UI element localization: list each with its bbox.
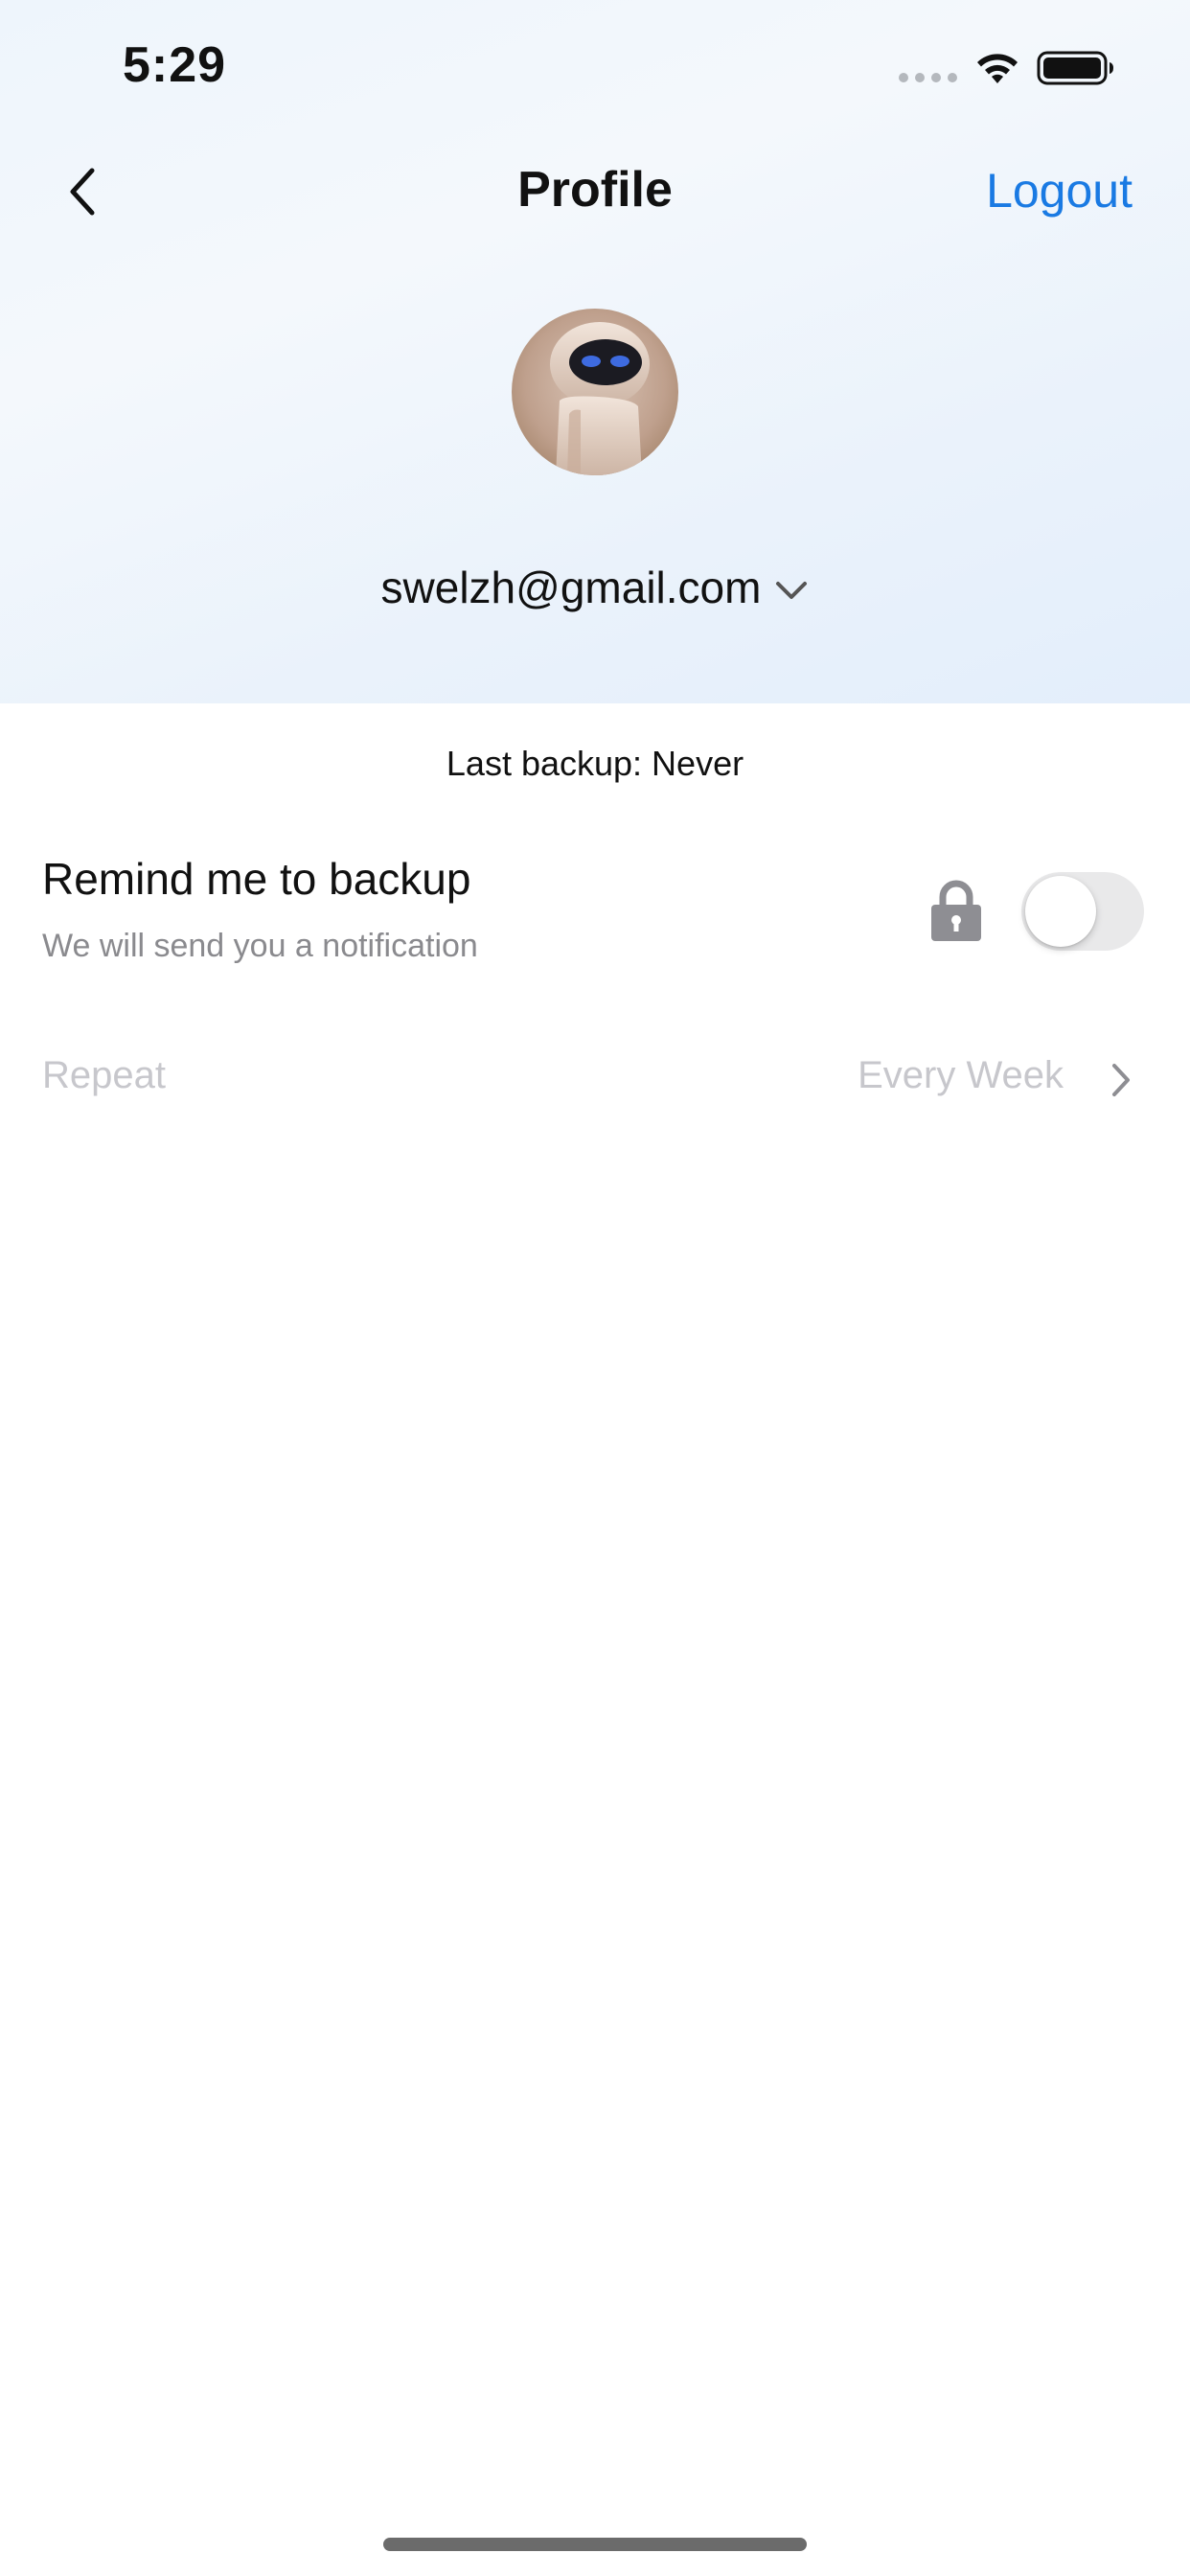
toggle-knob bbox=[1025, 876, 1096, 947]
account-switcher[interactable]: swelzh@gmail.com bbox=[0, 554, 1190, 621]
wifi-icon bbox=[977, 54, 1018, 83]
chevron-down-icon bbox=[776, 582, 808, 599]
repeat-label: Repeat bbox=[42, 1054, 166, 1096]
repeat-setting-row[interactable]: Repeat Every Week bbox=[0, 1045, 1190, 1116]
chevron-right-icon bbox=[1112, 1064, 1130, 1096]
logout-button[interactable]: Logout bbox=[986, 163, 1133, 218]
battery-icon bbox=[1037, 51, 1113, 85]
status-bar: 5:29 bbox=[0, 0, 1190, 134]
cellular-signal-icon bbox=[899, 73, 957, 82]
home-indicator bbox=[383, 2538, 807, 2551]
status-time: 5:29 bbox=[123, 37, 227, 93]
robot-avatar-image bbox=[512, 309, 678, 475]
avatar[interactable] bbox=[512, 309, 678, 475]
repeat-value: Every Week bbox=[858, 1054, 1064, 1096]
remind-backup-title: Remind me to backup bbox=[42, 854, 471, 904]
lock-icon bbox=[931, 880, 981, 941]
last-backup-status: Last backup: Never bbox=[446, 744, 744, 783]
navigation-bar: Profile Logout bbox=[0, 144, 1190, 240]
remind-backup-toggle[interactable] bbox=[1021, 872, 1144, 951]
remind-backup-subtitle: We will send you a notification bbox=[42, 928, 478, 964]
account-email: swelzh@gmail.com bbox=[380, 563, 762, 612]
